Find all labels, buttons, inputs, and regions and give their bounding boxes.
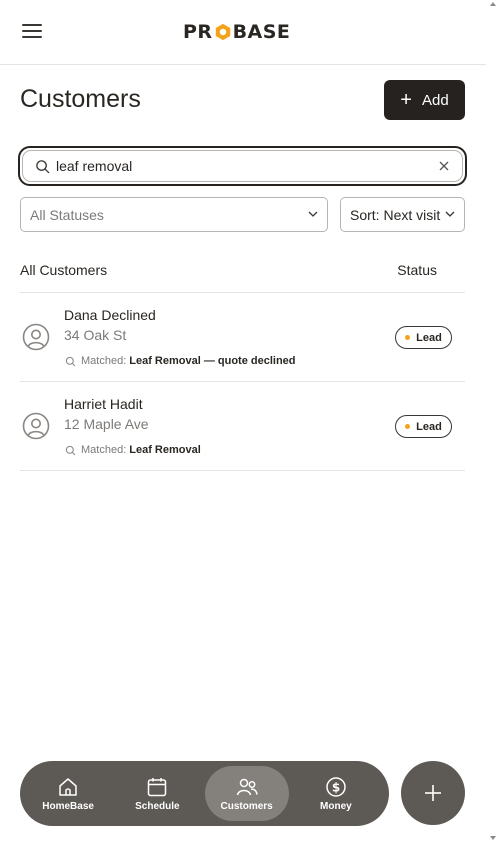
nav-label: Schedule [135,800,180,812]
calendar-icon [148,777,167,796]
matched-label: Matched: [81,444,127,456]
svg-text:$: $ [332,780,340,794]
probase-logo[interactable]: PR BASE [183,20,290,44]
customer-name: Harriet Hadit [64,396,143,412]
match-info: Matched: Leaf Removal [65,444,201,456]
nav-item-schedule[interactable]: Schedule [115,766,199,821]
logo-text-left: PR [183,21,213,43]
nav-label: Customers [220,800,273,812]
status-dot [405,335,411,340]
status-column-label: Status [397,262,437,278]
customer-name: Dana Declined [64,307,156,323]
search-icon [65,356,76,366]
clear-search-close-icon[interactable] [432,154,456,178]
customer-address: 34 Oak St [64,327,127,343]
add-button-label: Add [421,91,449,109]
plus-icon: + [400,89,412,111]
search-input[interactable]: leaf removal [22,150,463,182]
plus-icon [425,785,441,801]
nav-label: HomeBase [42,800,94,812]
status-badge-label: Lead [416,420,442,433]
logo-hexagon-icon [215,23,230,41]
nav-item-money[interactable]: $ Money [294,766,378,821]
avatar-user-icon [22,412,50,440]
all-customers-label: All Customers [20,262,108,278]
chevron-down-icon [445,211,455,217]
top-bar: PR BASE [0,0,486,65]
customer-row[interactable]: Harriet Hadit 12 Maple Ave Matched: Leaf… [20,382,465,471]
matched-label: Matched: [81,355,127,367]
home-icon [59,777,77,796]
add-customer-button[interactable]: + Add [384,80,465,120]
scroll-up-arrow-icon[interactable] [490,2,496,6]
quick-add-plus-button[interactable] [401,761,465,825]
scroll-down-arrow-icon[interactable] [490,836,496,840]
search-icon [36,159,50,173]
hamburger-menu-icon[interactable] [22,24,42,40]
status-filter-select[interactable]: All Statuses [20,197,328,232]
status-badge: Lead [395,415,452,438]
nav-item-customers[interactable]: Customers [204,766,289,821]
status-filter-value: All Statuses [30,206,104,223]
status-dot [405,424,411,429]
search-field[interactable]: leaf removal [18,146,467,186]
status-badge-label: Lead [416,331,442,344]
nav-label: Money [320,800,352,812]
sort-value: Sort: Next visit [350,206,441,223]
matched-value: Leaf Removal [129,444,201,456]
status-badge: Lead [395,326,452,349]
customer-row[interactable]: Dana Declined 34 Oak St Matched: Leaf Re… [20,293,465,382]
customer-list-header: All Customers Status [20,262,465,293]
bottom-navigation: HomeBase Schedule Customers $ Money [20,761,389,826]
logo-text-right: BASE [232,21,291,43]
matched-value: Leaf Removal — quote declined [129,355,296,367]
customer-address: 12 Maple Ave [64,416,149,432]
page-title: Customers [20,85,141,113]
avatar-user-icon [22,323,50,351]
dollar-icon: $ [326,776,346,797]
sort-select[interactable]: Sort: Next visit [340,197,465,232]
scrollbar[interactable] [486,0,500,845]
nav-item-homebase[interactable]: HomeBase [26,766,110,821]
users-icon [236,778,258,795]
search-value[interactable]: leaf removal [56,158,432,174]
chevron-down-icon [308,211,318,217]
match-info: Matched: Leaf Removal — quote declined [65,355,296,367]
search-icon [65,445,76,455]
